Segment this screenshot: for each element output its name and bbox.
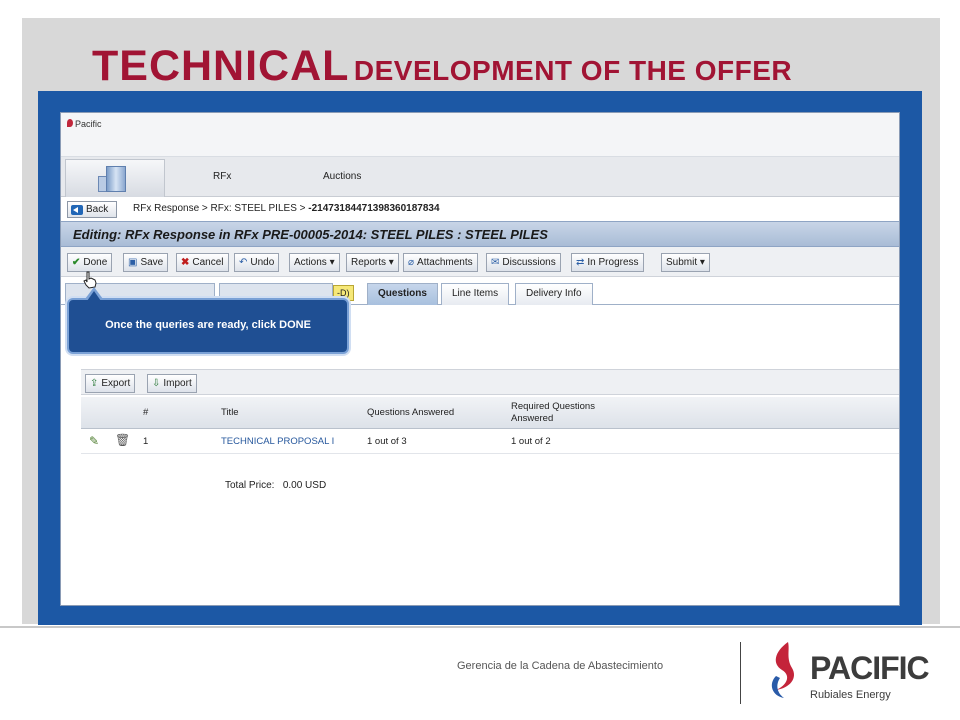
import-button[interactable]: ⇩ Import bbox=[147, 374, 197, 393]
flame-logo-icon bbox=[771, 642, 795, 698]
questions-grid: ⇪ Export ⇩ Import # Title Questions Answer… bbox=[81, 369, 899, 463]
done-button[interactable]: ✔ Done bbox=[67, 253, 113, 272]
nav-auctions[interactable]: Auctions bbox=[323, 171, 361, 182]
discussion-icon: ✉ bbox=[491, 257, 500, 268]
row-answered: 1 out of 3 bbox=[367, 436, 407, 447]
editing-header: Editing: RFx Response in RFx PRE-00005-2… bbox=[61, 221, 899, 247]
slide-title-main: TECHNICAL bbox=[92, 42, 350, 90]
discussions-button[interactable]: ✉ Discussions bbox=[486, 253, 561, 272]
col-title[interactable]: Title bbox=[221, 407, 239, 418]
breadcrumb-bar: Back RFx Response > RFx: STEEL PILES > -… bbox=[61, 197, 899, 221]
action-toolbar: ✔ Done ▣ Save ✖ Cancel ↶ Undo Actions ▾ Repo… bbox=[61, 247, 899, 277]
in-progress-button[interactable]: ⇄ In Progress bbox=[571, 253, 644, 272]
footer-divider-line bbox=[0, 626, 960, 628]
logo-drop-icon bbox=[67, 119, 73, 127]
undo-button[interactable]: ↶ Undo bbox=[234, 253, 280, 272]
slide-title: TECHNICAL DEVELOPMENT OF THE OFFER bbox=[92, 42, 792, 91]
back-button[interactable]: Back bbox=[67, 201, 117, 218]
main-nav: RFx Auctions bbox=[61, 157, 899, 197]
col-number: # bbox=[143, 407, 149, 418]
tab-questions[interactable]: Questions bbox=[367, 283, 438, 305]
tab-line-items[interactable]: Line Items bbox=[441, 283, 510, 305]
paperclip-icon: ⌀ bbox=[408, 257, 415, 268]
row-title-link[interactable]: TECHNICAL PROPOSAL I bbox=[221, 436, 334, 447]
trash-icon[interactable]: 🗑 bbox=[115, 433, 130, 447]
tab-delivery-info[interactable]: Delivery Info bbox=[515, 283, 593, 305]
col-required-line1[interactable]: Required Questions bbox=[511, 401, 595, 412]
instruction-tooltip: Once the queries are ready, click DONE bbox=[67, 287, 349, 354]
grid-toolbar: ⇪ Export ⇩ Import bbox=[81, 369, 899, 395]
breadcrumb-id: -2147318447139836018783‍4 bbox=[308, 203, 440, 214]
save-icon: ▣ bbox=[128, 257, 138, 268]
pacific-logo: PACIFIC Rubiales Energy bbox=[766, 640, 930, 710]
home-tab[interactable] bbox=[65, 159, 165, 197]
import-icon: ⇩ bbox=[152, 378, 161, 389]
chevron-down-icon: ▾ bbox=[329, 257, 335, 268]
table-row: ✎ 🗑 1 TECHNICAL PROPOSAL I 1 out of 3 1 … bbox=[81, 430, 899, 454]
editing-title: Editing: RFx Response in RFx PRE-00005-2… bbox=[73, 227, 548, 242]
undo-icon: ↶ bbox=[239, 257, 248, 268]
cancel-button[interactable]: ✖ Cancel bbox=[176, 253, 229, 272]
grid-header: # Title Questions Answered Required Ques… bbox=[81, 397, 899, 429]
edit-pencil-icon[interactable]: ✎ bbox=[89, 434, 99, 448]
status-icon: ⇄ bbox=[576, 257, 585, 268]
app-logo-text: Pacific bbox=[75, 119, 102, 129]
submit-menu[interactable]: Submit ▾ bbox=[661, 253, 710, 272]
chevron-down-icon: ▾ bbox=[699, 257, 705, 268]
cancel-icon: ✖ bbox=[181, 257, 190, 268]
slide-title-rest: DEVELOPMENT OF THE OFFER bbox=[353, 55, 793, 86]
tooltip-text: Once the queries are ready, click DONE bbox=[105, 319, 311, 331]
app-logo: Pacific bbox=[67, 119, 119, 151]
save-button[interactable]: ▣ Save bbox=[123, 253, 169, 272]
nav-rfx[interactable]: RFx bbox=[213, 171, 231, 182]
logo-subtitle: Rubiales Energy bbox=[810, 689, 891, 701]
actions-menu[interactable]: Actions ▾ bbox=[289, 253, 340, 272]
total-price-label: Total Price: bbox=[225, 480, 275, 491]
footer-text: Gerencia de la Cadena de Abastecimiento bbox=[457, 660, 664, 672]
reports-menu[interactable]: Reports ▾ bbox=[346, 253, 399, 272]
check-icon: ✔ bbox=[72, 257, 81, 268]
footer-vertical-divider bbox=[740, 642, 741, 704]
export-icon: ⇪ bbox=[90, 378, 99, 389]
row-required: 1 out of 2 bbox=[511, 436, 551, 447]
export-button[interactable]: ⇪ Export bbox=[85, 374, 136, 393]
app-header: Pacific bbox=[61, 113, 899, 157]
logo-word: PACIFIC bbox=[810, 650, 930, 686]
back-arrow-icon bbox=[71, 205, 83, 215]
chevron-down-icon: ▾ bbox=[388, 257, 394, 268]
breadcrumb-trail[interactable]: RFx Response > RFx: STEEL PILES > bbox=[133, 203, 305, 214]
total-price: Total Price: 0.00 USD bbox=[225, 480, 326, 491]
attachments-button[interactable]: ⌀ Attachments bbox=[403, 253, 478, 272]
col-answered[interactable]: Questions Answered bbox=[367, 407, 454, 418]
row-number: 1 bbox=[143, 436, 149, 447]
col-required-line2: Answered bbox=[511, 413, 554, 424]
breadcrumb: RFx Response > RFx: STEEL PILES > -21473… bbox=[133, 203, 440, 214]
app-screenshot: Pacific RFx Auctions Back RFx Response >… bbox=[60, 112, 900, 606]
total-price-value: 0.00 USD bbox=[282, 480, 327, 491]
building-icon bbox=[98, 164, 132, 194]
back-label: Back bbox=[86, 204, 109, 215]
